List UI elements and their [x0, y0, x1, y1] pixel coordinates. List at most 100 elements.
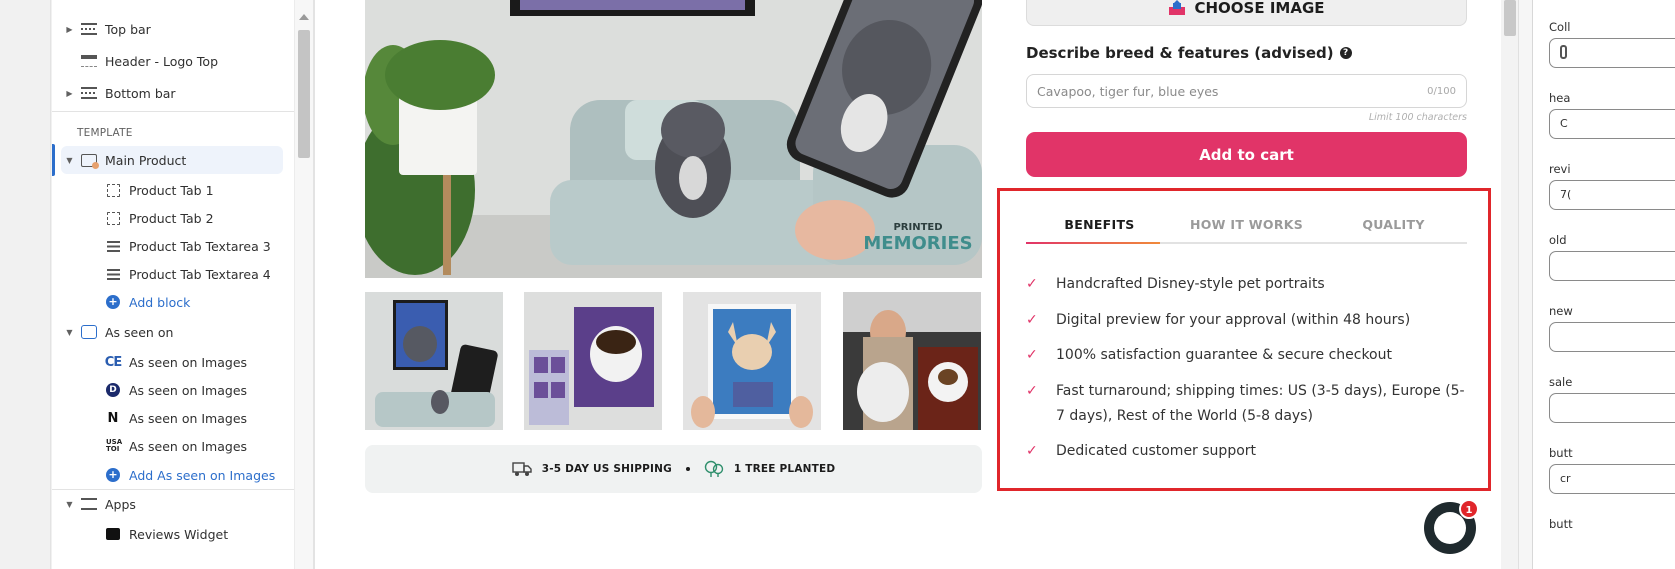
shipping-info-bar: 3-5 DAY US SHIPPING 1 TREE PLANTED	[365, 445, 982, 493]
scroll-up-arrow-icon[interactable]	[299, 14, 309, 20]
tree-text: 1 TREE PLANTED	[733, 463, 836, 475]
check-icon: ✓	[1026, 347, 1038, 363]
describe-label: Describe breed & features (advised) ?	[1026, 44, 1352, 62]
setting-input[interactable]: cr	[1549, 464, 1675, 494]
apps-section-icon	[80, 497, 98, 511]
setting-input[interactable]	[1549, 393, 1675, 423]
setting-input[interactable]	[1549, 251, 1675, 281]
chevron-right-icon[interactable]: ▶	[65, 25, 74, 34]
sidebar-item-label: Product Tab Textarea 3	[129, 238, 271, 254]
tab-how-it-works[interactable]: HOW IT WORKS	[1173, 210, 1320, 242]
sidebar-item-as-seen-on[interactable]: ▼ As seen on	[65, 318, 308, 346]
sidebar-item-label: Product Tab 2	[129, 210, 214, 226]
sidebar-item-apps[interactable]: ▼ Apps	[65, 490, 308, 518]
sidebar-item-product-tab-3[interactable]: Product Tab Textarea 3	[104, 232, 313, 260]
sidebar-scrollbar[interactable]	[294, 0, 313, 569]
setting-input[interactable]: 7(	[1549, 180, 1675, 210]
product-thumbnail-3[interactable]	[683, 292, 821, 430]
check-icon: ✓	[1026, 382, 1038, 399]
chevron-down-icon[interactable]: ▼	[65, 156, 74, 165]
upload-icon	[1169, 0, 1186, 15]
setting-input[interactable]	[1549, 322, 1675, 352]
sidebar-item-bottom-bar[interactable]: ▶ Bottom bar	[65, 79, 308, 107]
sidebar-item-as-seen-image-3[interactable]: N As seen on Images	[104, 404, 313, 432]
breed-features-input[interactable]: Cavapoo, tiger fur, blue eyes 0/100	[1026, 74, 1467, 108]
list-item: ✓ Digital preview for your approval (with…	[1026, 308, 1471, 333]
help-icon[interactable]: ?	[1339, 47, 1352, 59]
sidebar-item-label: As seen on Images	[129, 382, 248, 398]
header-section-icon	[80, 54, 98, 68]
sidebar-item-label: As seen on	[105, 324, 174, 340]
setting-label: hea	[1549, 91, 1571, 105]
setting-label: old	[1549, 233, 1567, 247]
tab-quality[interactable]: QUALITY	[1320, 210, 1467, 242]
chevron-right-icon[interactable]: ▶	[65, 89, 74, 98]
sidebar-item-as-seen-image-1[interactable]: CE As seen on Images	[104, 348, 313, 376]
top-bar-section-icon	[80, 22, 98, 36]
n-logo-icon: N	[107, 410, 119, 426]
setting-label: revi	[1549, 162, 1571, 176]
sidebar-item-product-tab-4[interactable]: Product Tab Textarea 4	[104, 260, 313, 288]
product-thumbnail-2[interactable]	[524, 292, 662, 430]
settings-panel-gutter	[1519, 0, 1533, 569]
hero-watermark-top: PRINTED	[893, 222, 942, 233]
product-thumbnail-4[interactable]	[843, 292, 981, 430]
active-tab-underline	[1026, 242, 1160, 244]
sidebar-item-as-seen-image-2[interactable]: D As seen on Images	[104, 376, 313, 404]
choose-image-button[interactable]: CHOOSE IMAGE	[1026, 0, 1467, 26]
input-placeholder: Cavapoo, tiger fur, blue eyes	[1037, 83, 1219, 99]
sidebar-item-reviews-widget[interactable]: Reviews Widget	[104, 520, 313, 548]
tree-icon	[704, 460, 724, 477]
setting-label: new	[1549, 304, 1573, 318]
theme-editor-sidebar: ▶ Top bar Header - Logo Top ▶ Bottom bar…	[52, 0, 314, 569]
sidebar-item-product-tab-1[interactable]: Product Tab 1	[104, 176, 313, 204]
sidebar-item-header[interactable]: Header - Logo Top	[65, 47, 308, 75]
sidebar-item-product-tab-2[interactable]: Product Tab 2	[104, 204, 313, 232]
sidebar-item-as-seen-image-4[interactable]: USA TOI As seen on Images	[104, 432, 313, 460]
list-item: ✓ Handcrafted Disney-style pet portraits	[1026, 272, 1471, 297]
shipping-text: 3-5 DAY US SHIPPING	[541, 463, 672, 475]
bracket-block-icon	[104, 183, 122, 197]
check-icon: ✓	[1026, 443, 1038, 459]
add-block-label: Add block	[129, 294, 191, 310]
tab-benefits[interactable]: BENEFITS	[1026, 210, 1173, 242]
setting-label: Coll	[1549, 20, 1571, 34]
sidebar-item-label: Product Tab Textarea 4	[129, 266, 271, 282]
collection-picker[interactable]	[1549, 38, 1675, 68]
storefront-preview: PRINTED MEMORIES 3-5 DAY US SHIPPING 1 T…	[314, 0, 1519, 569]
section-divider	[52, 111, 295, 112]
character-counter: 0/100	[1427, 85, 1456, 97]
sidebar-item-label: Apps	[105, 496, 136, 512]
chevron-down-icon[interactable]: ▼	[65, 328, 74, 337]
preview-scroll-thumb[interactable]	[1504, 0, 1516, 36]
sidebar-scroll-thumb[interactable]	[298, 30, 310, 158]
sidebar-item-main-product[interactable]: ▼ Main Product	[61, 146, 283, 174]
as-seen-section-icon	[80, 325, 98, 339]
sidebar-item-label: Bottom bar	[105, 85, 176, 101]
preview-scrollbar[interactable]	[1501, 0, 1519, 569]
setting-label: butt	[1549, 446, 1573, 460]
usa-today-logo-icon: USA TOI	[106, 438, 123, 453]
text-lines-icon	[104, 267, 122, 281]
sidebar-item-label: As seen on Images	[129, 438, 248, 454]
separator-dot	[685, 467, 690, 471]
add-as-seen-button[interactable]: + Add As seen on Images	[104, 461, 313, 489]
sidebar-item-top-bar[interactable]: ▶ Top bar	[65, 15, 308, 43]
settings-panel: Coll hea C revi 7( old new sale butt cr …	[1518, 0, 1675, 569]
product-thumbnail-1[interactable]	[365, 292, 503, 430]
add-block-button[interactable]: + Add block	[104, 288, 313, 316]
text-lines-icon	[104, 239, 122, 253]
check-icon: ✓	[1026, 276, 1038, 292]
sidebar-item-label: Main Product	[105, 152, 187, 168]
setting-input[interactable]: C	[1549, 109, 1675, 139]
reviews-app-icon	[104, 527, 122, 541]
hero-watermark-bottom: MEMORIES	[863, 233, 972, 254]
character-limit-hint: Limit 100 characters	[1368, 112, 1467, 123]
ce-logo-icon: CE	[104, 354, 122, 370]
template-section-label: TEMPLATE	[77, 127, 133, 139]
choose-image-label: CHOOSE IMAGE	[1194, 0, 1325, 17]
chevron-down-icon[interactable]: ▼	[65, 500, 74, 509]
add-to-cart-button[interactable]: Add to cart	[1026, 132, 1467, 177]
product-hero-image[interactable]: PRINTED MEMORIES	[365, 0, 982, 278]
truck-icon	[511, 462, 532, 476]
